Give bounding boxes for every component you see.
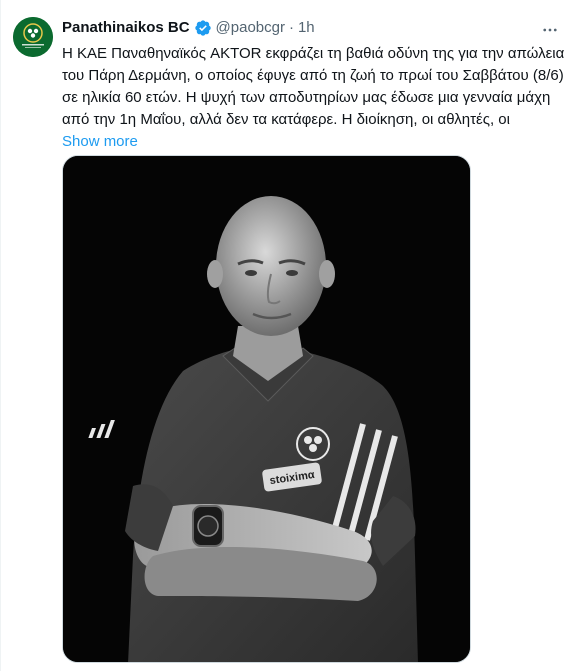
tweet-media-photo[interactable]: stoiximα (62, 155, 471, 663)
header-separator: · (288, 19, 294, 36)
author-display-name[interactable]: Panathinaikos BC (62, 18, 190, 38)
tweet-timestamp[interactable]: 1h (298, 18, 315, 38)
tweet-text: Η ΚΑΕ Παναθηναϊκός AKTOR εκφράζει τη βαθ… (62, 45, 565, 128)
tweet-header: Panathinaikos BC @paobcgr · 1h (62, 18, 315, 38)
club-crest-icon (13, 17, 53, 57)
show-more-link[interactable]: Show more (62, 131, 568, 153)
tweet-card[interactable]: Panathinaikos BC @paobcgr · 1h Η ΚΑΕ Παν… (0, 0, 576, 671)
portrait-photo: stoiximα (63, 156, 470, 662)
author-avatar[interactable] (13, 17, 53, 57)
verified-badge-icon (194, 19, 212, 37)
author-handle[interactable]: @paobcgr (216, 18, 285, 38)
tweet-text-block: Η ΚΑΕ Παναθηναϊκός AKTOR εκφράζει τη βαθ… (62, 43, 568, 153)
more-options-icon[interactable] (540, 20, 560, 40)
